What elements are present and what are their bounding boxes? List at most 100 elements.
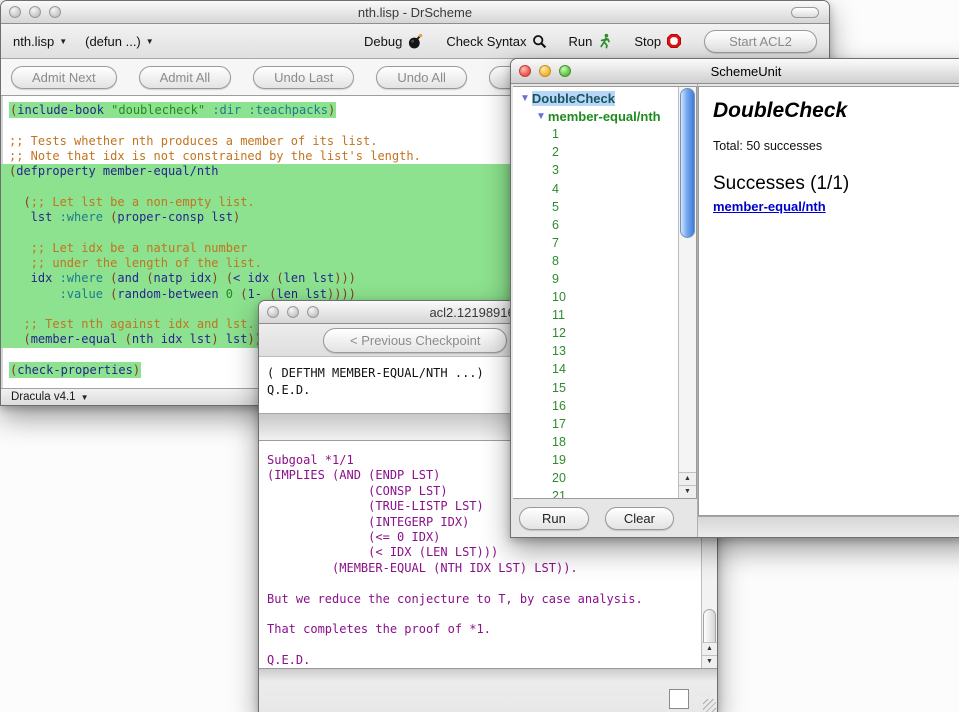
- dracula-button[interactable]: Admit All: [139, 66, 232, 89]
- resize-grip[interactable]: [703, 699, 716, 712]
- proof-line: Q.E.D.: [267, 653, 717, 668]
- drscheme-toolbar: nth.lisp ▼ (defun ...) ▼ Debug: [1, 24, 829, 59]
- tree-item-label: 20: [552, 471, 566, 485]
- zoom-button[interactable]: [307, 306, 319, 318]
- schemeunit-titlebar[interactable]: SchemeUnit: [511, 59, 959, 84]
- minimize-button[interactable]: [539, 65, 551, 77]
- tree-item[interactable]: 9: [513, 270, 679, 288]
- proof-line: That completes the proof of *1.: [267, 622, 717, 637]
- acl2-bottom-bar: [259, 668, 717, 712]
- schemeunit-bottom-strip: [698, 516, 959, 537]
- dracula-button[interactable]: Undo All: [376, 66, 466, 89]
- minimize-button[interactable]: [287, 306, 299, 318]
- bomb-icon: [407, 33, 424, 49]
- disclosure-triangle-icon[interactable]: ▼: [536, 111, 546, 122]
- start-acl2-button[interactable]: Start ACL2: [704, 30, 817, 53]
- proof-line: [267, 576, 717, 591]
- tree-item-label: 18: [552, 435, 566, 449]
- tree-item[interactable]: ▼DoubleCheck: [513, 89, 679, 107]
- tree-item[interactable]: 18: [513, 433, 679, 451]
- tree-item[interactable]: 5: [513, 198, 679, 216]
- tree-item-label: 21: [552, 489, 566, 499]
- tree-item[interactable]: 6: [513, 216, 679, 234]
- tree-item[interactable]: 21: [513, 487, 679, 499]
- scrollbar-thumb[interactable]: [680, 88, 695, 238]
- tree-item[interactable]: 19: [513, 451, 679, 469]
- close-button[interactable]: [267, 306, 279, 318]
- total-successes: Total: 50 successes: [713, 139, 952, 153]
- tree-item[interactable]: 10: [513, 288, 679, 306]
- debug-button[interactable]: Debug: [364, 33, 424, 49]
- dracula-version-menu[interactable]: Dracula v4.1: [11, 391, 76, 403]
- chevron-down-icon: ▼: [146, 37, 154, 46]
- window-controls: [267, 306, 319, 318]
- zoom-button[interactable]: [559, 65, 571, 77]
- scroll-up-arrow[interactable]: ▲: [702, 642, 717, 655]
- tree-item-label: 13: [552, 344, 566, 358]
- tree-item-label: 9: [552, 272, 559, 286]
- tree-item[interactable]: 3: [513, 161, 679, 179]
- defun-popup-menu[interactable]: (defun ...) ▼: [85, 34, 154, 49]
- desktop: nth.lisp - DrScheme nth.lisp ▼ (defun ..…: [0, 0, 959, 712]
- tree-item[interactable]: 11: [513, 306, 679, 324]
- run-button[interactable]: Run: [569, 33, 613, 49]
- tree-item-label: 12: [552, 326, 566, 340]
- runner-icon: [597, 33, 612, 49]
- run-tests-button[interactable]: Run: [519, 507, 589, 530]
- window-controls: [9, 6, 61, 18]
- result-heading: DoubleCheck: [713, 99, 952, 123]
- zoom-button[interactable]: [49, 6, 61, 18]
- dracula-button[interactable]: Admit Next: [11, 66, 117, 89]
- check-syntax-button[interactable]: Check Syntax: [446, 34, 546, 49]
- tree-vertical-scrollbar[interactable]: ▲ ▼: [678, 87, 696, 498]
- tree-item[interactable]: 4: [513, 179, 679, 197]
- proof-line: (< IDX (LEN LST))): [267, 545, 717, 560]
- tree-item-label: 14: [552, 362, 566, 376]
- tree-item-label: 8: [552, 254, 559, 268]
- close-button[interactable]: [519, 65, 531, 77]
- previous-checkpoint-button[interactable]: < Previous Checkpoint: [323, 328, 507, 353]
- proof-line: [267, 638, 717, 653]
- tree-item[interactable]: 17: [513, 415, 679, 433]
- stop-button[interactable]: Stop: [634, 33, 682, 49]
- test-tree-pane[interactable]: ▼DoubleCheck▼member-equal/nth12345678910…: [513, 86, 697, 499]
- tree-item[interactable]: 2: [513, 143, 679, 161]
- clear-button[interactable]: Clear: [605, 507, 674, 530]
- tree-item[interactable]: 12: [513, 324, 679, 342]
- scroll-down-arrow[interactable]: ▼: [702, 655, 717, 668]
- tree-item[interactable]: 7: [513, 234, 679, 252]
- tree-item[interactable]: 15: [513, 379, 679, 397]
- tree-item-label: 4: [552, 182, 559, 196]
- tree-item[interactable]: ▼member-equal/nth: [513, 107, 679, 125]
- dracula-button[interactable]: Undo Last: [253, 66, 354, 89]
- chevron-down-icon: ▼: [59, 37, 67, 46]
- toolbar-collapse-button[interactable]: [791, 7, 819, 18]
- successes-heading: Successes (1/1): [713, 173, 952, 195]
- test-suite-link[interactable]: member-equal/nth: [713, 199, 826, 214]
- chevron-down-icon: ▼: [81, 393, 89, 402]
- tree-item-label: 2: [552, 145, 559, 159]
- status-box[interactable]: [669, 689, 689, 709]
- tree-item[interactable]: 1: [513, 125, 679, 143]
- tree-item[interactable]: 16: [513, 397, 679, 415]
- tree-item-label: DoubleCheck: [532, 91, 615, 106]
- proof-line: [267, 607, 717, 622]
- disclosure-triangle-icon[interactable]: ▼: [520, 93, 530, 104]
- minimize-button[interactable]: [29, 6, 41, 18]
- tree-item-label: 1: [552, 127, 559, 141]
- tree-item-label: 16: [552, 399, 566, 413]
- close-button[interactable]: [9, 6, 21, 18]
- drscheme-titlebar[interactable]: nth.lisp - DrScheme: [1, 1, 829, 24]
- tree-item-label: 15: [552, 381, 566, 395]
- proof-line: (MEMBER-EQUAL (NTH IDX LST) LST)).: [267, 561, 717, 576]
- stop-sign-icon: [666, 33, 682, 49]
- tree-item[interactable]: 20: [513, 469, 679, 487]
- scroll-down-arrow[interactable]: ▼: [679, 485, 696, 498]
- tree-item[interactable]: 14: [513, 360, 679, 378]
- scroll-up-arrow[interactable]: ▲: [679, 472, 696, 485]
- tree-item[interactable]: 13: [513, 342, 679, 360]
- tree-item[interactable]: 8: [513, 252, 679, 270]
- file-popup-menu[interactable]: nth.lisp ▼: [13, 34, 67, 49]
- tree-item-label: 6: [552, 218, 559, 232]
- tree-item-label: member-equal/nth: [548, 109, 661, 124]
